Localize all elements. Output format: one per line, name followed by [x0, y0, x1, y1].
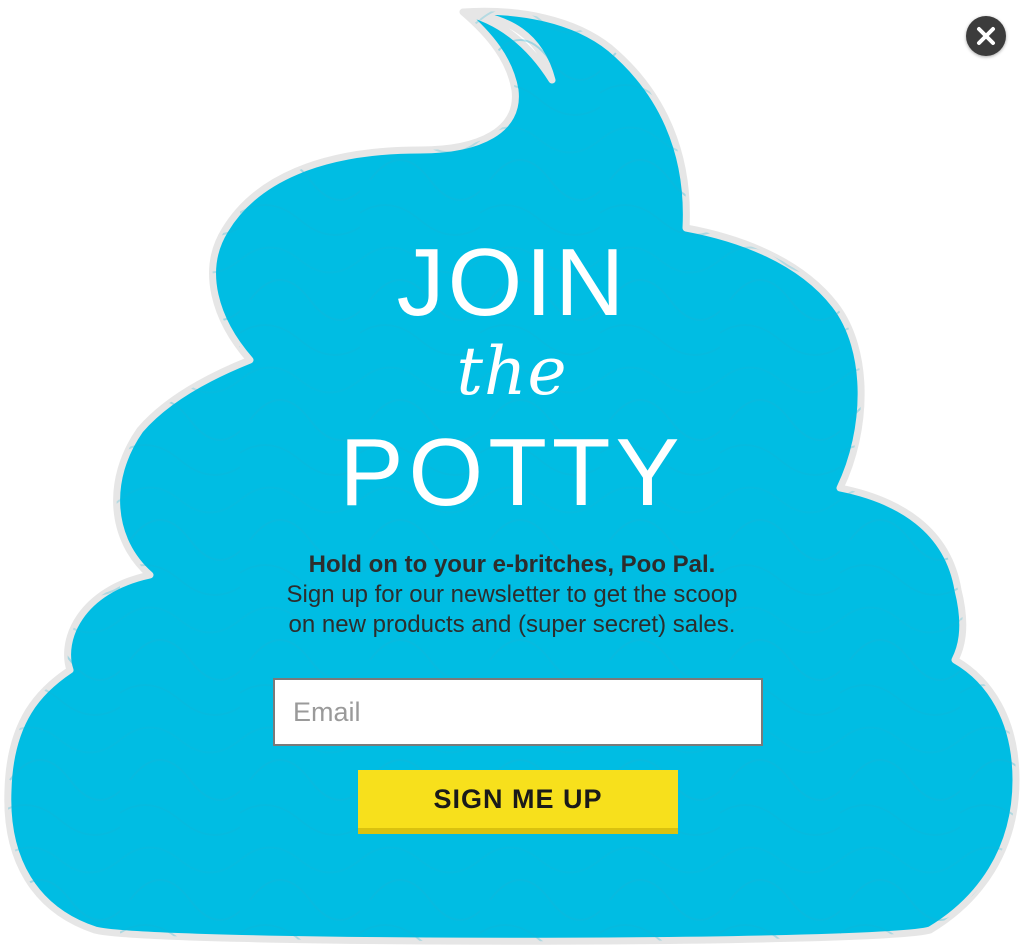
newsletter-popup: JOIN the POTTY Hold on to your e-britche…: [0, 0, 1024, 948]
email-input[interactable]: [273, 678, 763, 746]
description-lead: Hold on to your e-britches, Poo Pal.: [308, 551, 716, 578]
close-button[interactable]: [966, 16, 1006, 56]
description-line-3: on new products and (super secret) sales…: [288, 611, 736, 638]
sign-up-button[interactable]: SIGN ME UP: [358, 770, 678, 834]
newsletter-description: Hold on to your e-britches, Poo Pal. Sig…: [0, 550, 1024, 640]
description-line-2: Sign up for our newsletter to get the sc…: [286, 581, 738, 608]
close-icon: [977, 27, 995, 45]
